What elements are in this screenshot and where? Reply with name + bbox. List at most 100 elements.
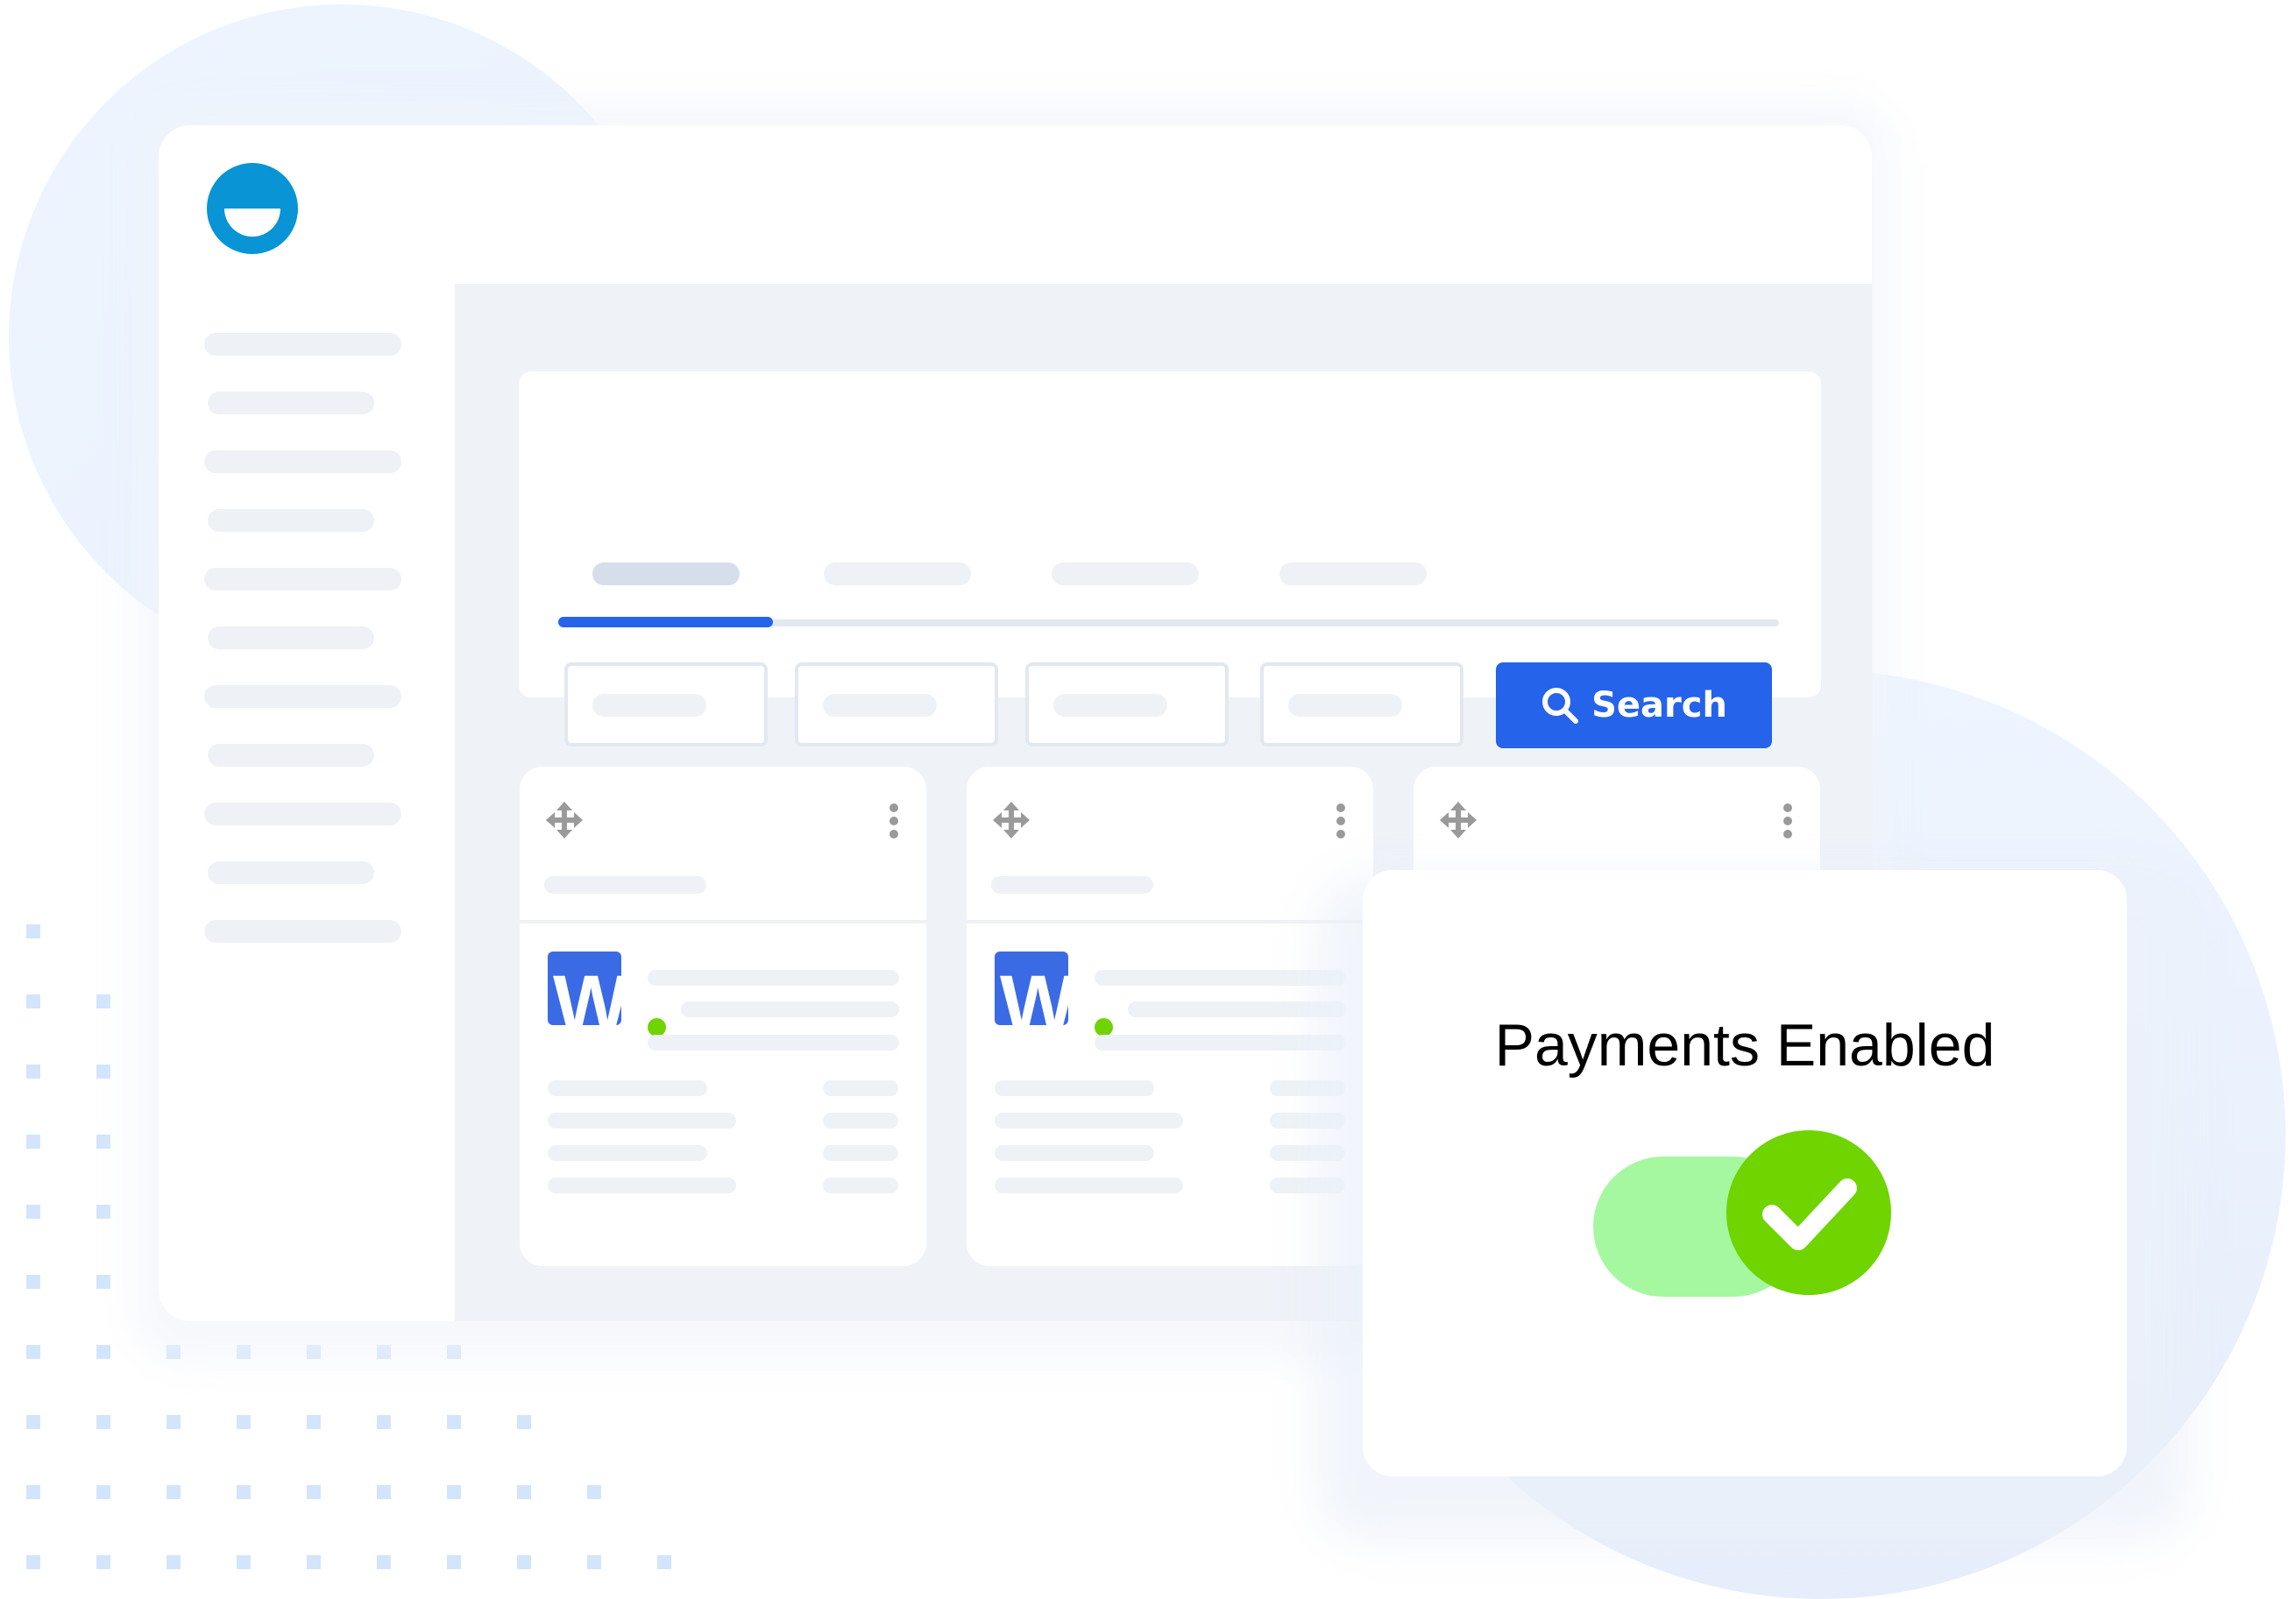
move-icon[interactable]: [993, 802, 1030, 838]
decorative-dot: [26, 1485, 40, 1499]
decorative-dot: [26, 1135, 40, 1149]
skeleton-line: [548, 1113, 736, 1128]
decorative-dot: [237, 1415, 251, 1429]
filter-input-3[interactable]: [1025, 662, 1229, 746]
decorative-dot: [26, 1415, 40, 1429]
filter-input-2[interactable]: [795, 662, 998, 746]
sidebar-item[interactable]: [204, 568, 401, 591]
sidebar-item[interactable]: [204, 685, 401, 708]
sidebar-item[interactable]: [208, 861, 374, 884]
decorative-dot: [96, 1345, 110, 1359]
decorative-dot: [237, 1485, 251, 1499]
sidebar-item[interactable]: [208, 392, 374, 414]
decorative-dot: [587, 1555, 601, 1569]
decorative-dot: [26, 1065, 40, 1079]
skeleton-line: [823, 1113, 898, 1128]
decorative-dot: [26, 1275, 40, 1289]
card-divider: [520, 920, 926, 923]
sidebar-item[interactable]: [204, 450, 401, 473]
sidebar-item[interactable]: [204, 803, 401, 825]
decorative-dot: [96, 994, 110, 1008]
decorative-dot: [167, 1485, 181, 1499]
sidebar-item[interactable]: [208, 626, 374, 649]
sidebar-item[interactable]: [204, 333, 401, 356]
tab-2[interactable]: [824, 562, 971, 585]
word-logo-icon: W: [548, 952, 621, 1025]
checkmark-icon: [1762, 1178, 1857, 1250]
payments-modal: Payments Enabled: [1363, 870, 2127, 1476]
widget-card: W: [967, 767, 1373, 1266]
skeleton-line: [995, 1178, 1183, 1193]
skeleton-line: [648, 1035, 899, 1051]
active-tab-indicator: [558, 617, 773, 627]
decorative-dot: [96, 1275, 110, 1289]
decorative-dot: [377, 1415, 391, 1429]
decorative-dot: [237, 1555, 251, 1569]
toggle-knob: [1726, 1130, 1891, 1295]
search-button[interactable]: Search: [1496, 662, 1772, 748]
decorative-dot: [307, 1555, 321, 1569]
skeleton-line: [548, 1178, 736, 1193]
sidebar-item[interactable]: [208, 744, 374, 767]
card-title-skeleton: [991, 876, 1153, 894]
input-placeholder: [1288, 694, 1402, 717]
skeleton-line: [548, 1145, 707, 1161]
input-placeholder: [1053, 694, 1167, 717]
tab-3[interactable]: [1052, 562, 1199, 585]
sidebar-item[interactable]: [208, 509, 374, 532]
search-panel: Search: [519, 371, 1821, 748]
skeleton-line: [995, 1113, 1183, 1128]
decorative-dot: [657, 1555, 671, 1569]
kebab-icon[interactable]: [1782, 803, 1794, 840]
status-dot: [648, 1018, 666, 1037]
search-icon: [1542, 688, 1579, 724]
smile-logo-icon[interactable]: [207, 163, 298, 254]
sidebar-item[interactable]: [204, 920, 401, 943]
tab-4[interactable]: [1279, 562, 1427, 585]
skeleton-line: [1128, 1001, 1346, 1017]
move-icon[interactable]: [1440, 802, 1477, 838]
widget-card: W: [520, 767, 926, 1266]
skeleton-line: [681, 1001, 899, 1017]
skeleton-line: [823, 1178, 898, 1193]
decorative-dot: [307, 1415, 321, 1429]
decorative-dot: [26, 924, 40, 938]
decorative-dot: [26, 994, 40, 1008]
decorative-dot: [587, 1485, 601, 1499]
skeleton-line: [823, 1080, 898, 1096]
search-button-label: Search: [1591, 685, 1727, 725]
move-icon[interactable]: [546, 802, 583, 838]
skeleton-line: [1095, 970, 1346, 986]
decorative-dot: [167, 1415, 181, 1429]
tab-1[interactable]: [592, 562, 740, 585]
app-header: [159, 125, 1872, 284]
modal-title: Payments Enabled: [1494, 1012, 1995, 1079]
decorative-dot: [96, 1555, 110, 1569]
input-placeholder: [592, 694, 706, 717]
skeleton-line: [823, 1145, 898, 1161]
decorative-dot: [26, 1205, 40, 1219]
decorative-dot: [26, 1555, 40, 1569]
card-divider: [967, 920, 1373, 923]
logo-letter: W: [1000, 959, 1068, 1025]
word-logo-icon: W: [995, 952, 1068, 1025]
kebab-icon[interactable]: [1335, 803, 1347, 840]
decorative-dot: [26, 1345, 40, 1359]
status-dot: [1095, 1018, 1113, 1037]
decorative-dot: [96, 1205, 110, 1219]
decorative-dot: [167, 1555, 181, 1569]
decorative-dot: [447, 1485, 461, 1499]
filter-input-1[interactable]: [564, 662, 768, 746]
logo-letter: W: [553, 959, 621, 1025]
filter-input-4[interactable]: [1260, 662, 1463, 746]
kebab-icon[interactable]: [888, 803, 900, 840]
decorative-dot: [447, 1555, 461, 1569]
decorative-dot: [96, 1485, 110, 1499]
decorative-dot: [377, 1555, 391, 1569]
decorative-dot: [377, 1485, 391, 1499]
input-placeholder: [823, 694, 937, 717]
skeleton-line: [995, 1145, 1154, 1161]
decorative-dot: [96, 1065, 110, 1079]
sidebar: [159, 284, 455, 1321]
payments-toggle[interactable]: [1593, 1130, 1891, 1297]
